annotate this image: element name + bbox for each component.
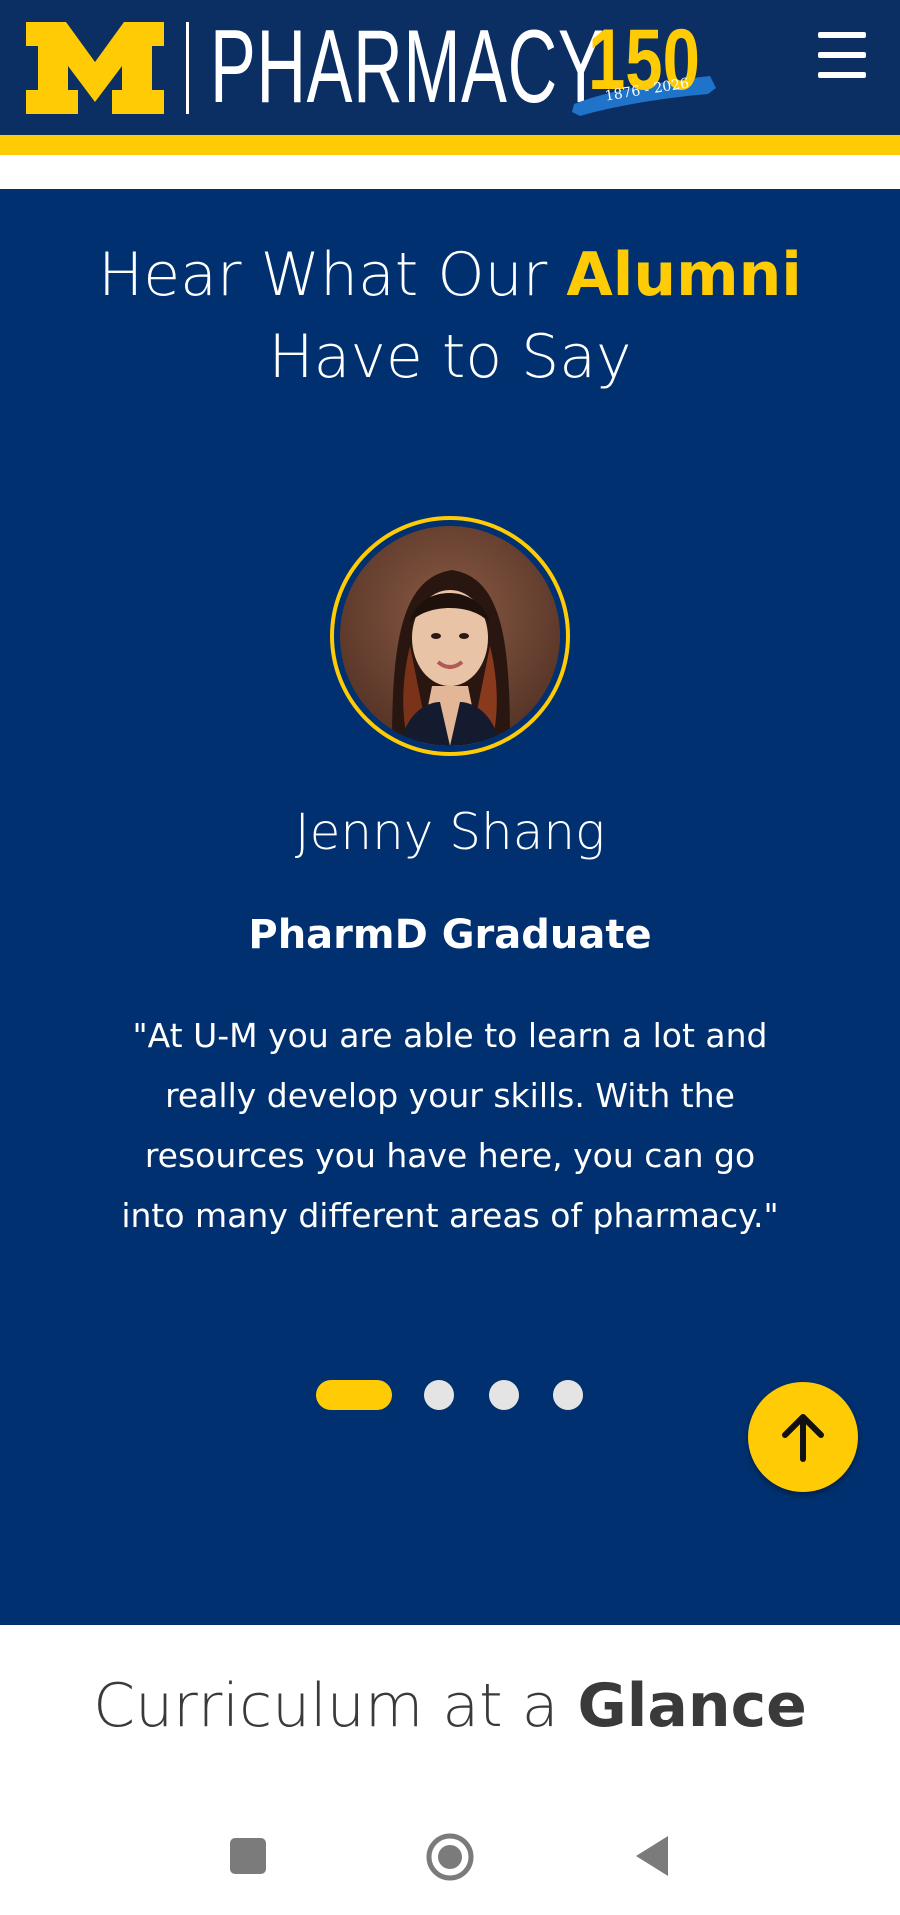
carousel-dot-4[interactable] bbox=[553, 1380, 583, 1410]
triangle-back-icon[interactable] bbox=[634, 1834, 670, 1878]
carousel-dot-1[interactable] bbox=[316, 1380, 392, 1410]
logo-divider bbox=[186, 22, 189, 114]
carousel-dot-3[interactable] bbox=[489, 1380, 519, 1410]
alumni-heading-accent: Alumni bbox=[566, 240, 802, 310]
curriculum-heading-bold: Glance bbox=[577, 1671, 807, 1741]
system-navigation-bar bbox=[0, 1812, 900, 1915]
alumni-name: Jenny Shang bbox=[294, 803, 606, 861]
block-m-logo-icon[interactable] bbox=[26, 22, 164, 114]
square-recents-icon[interactable] bbox=[230, 1838, 266, 1874]
curriculum-heading: Curriculum at a Glance bbox=[0, 1666, 900, 1746]
alumni-heading: Hear What Our Alumni Have to Say bbox=[0, 234, 900, 398]
curriculum-heading-light: Curriculum at a bbox=[93, 1671, 559, 1741]
alumni-heading-suffix: Have to Say bbox=[268, 322, 632, 392]
header-accent-bar bbox=[0, 135, 900, 155]
carousel-dot-2[interactable] bbox=[424, 1380, 454, 1410]
header-spacer bbox=[0, 155, 900, 189]
back-to-top-button[interactable] bbox=[748, 1382, 858, 1492]
circle-home-icon[interactable] bbox=[425, 1832, 475, 1882]
hamburger-menu-icon bbox=[818, 32, 866, 38]
alumni-avatar bbox=[340, 526, 560, 746]
alumni-heading-prefix: Hear What Our bbox=[98, 240, 548, 310]
site-header: PHARMACY 150 1876 - 2026 bbox=[0, 0, 900, 135]
arrow-up-icon bbox=[782, 1414, 824, 1462]
alumni-role: PharmD Graduate bbox=[248, 912, 652, 958]
brand-name[interactable]: PHARMACY bbox=[210, 12, 604, 122]
alumni-quote: "At U-M you are able to learn a lot and … bbox=[121, 1016, 779, 1235]
menu-button[interactable] bbox=[812, 30, 872, 82]
